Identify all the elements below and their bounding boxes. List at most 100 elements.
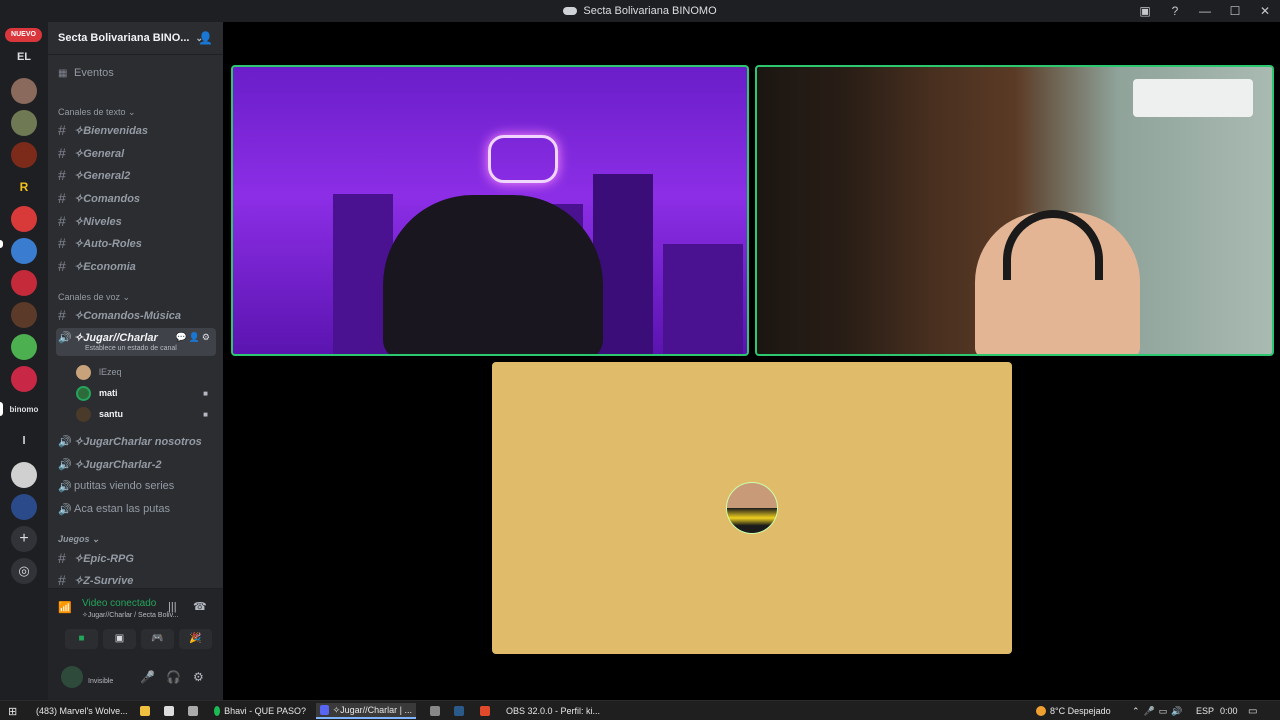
speaker-icon: 🔊 bbox=[58, 480, 72, 493]
user-panel: Invisible 🎤 🎧 ⚙ bbox=[48, 658, 223, 700]
start-button[interactable]: ⊞ bbox=[4, 703, 21, 719]
avatar bbox=[726, 482, 778, 534]
discover-icon[interactable]: ◎ bbox=[11, 558, 37, 584]
weather-widget[interactable]: 8°C Despejado bbox=[1032, 703, 1115, 719]
voice-member[interactable]: mati ■ bbox=[76, 384, 216, 402]
minimize-button[interactable]: — bbox=[1190, 4, 1220, 18]
calendar-icon: ▦ bbox=[58, 67, 68, 79]
microphone-icon[interactable]: 🎤 bbox=[140, 670, 155, 684]
taskbar-app-discord[interactable]: ✧Jugar//Charlar | ... bbox=[316, 703, 416, 719]
clock[interactable]: 0:00 bbox=[1216, 703, 1242, 719]
inbox-icon[interactable]: ▣ bbox=[1130, 4, 1160, 18]
camera-toggle-button[interactable]: ■ bbox=[65, 629, 98, 649]
building bbox=[663, 244, 743, 354]
close-button[interactable]: ✕ bbox=[1250, 4, 1280, 18]
channel-comandos[interactable]: # ✧Comandos bbox=[56, 188, 216, 208]
channel-general[interactable]: # ✧General bbox=[56, 143, 216, 163]
notifications-icon[interactable]: ▭ bbox=[1244, 703, 1261, 719]
maximize-button[interactable]: ☐ bbox=[1220, 4, 1250, 18]
server-icon-1[interactable] bbox=[11, 78, 37, 104]
server-el[interactable]: EL bbox=[6, 51, 42, 63]
server-l[interactable]: l bbox=[6, 435, 42, 447]
language-indicator[interactable]: ESP bbox=[1192, 703, 1218, 719]
neon-robot-sign bbox=[488, 135, 558, 183]
server-icon-13[interactable] bbox=[11, 494, 37, 520]
channel-epic-rpg[interactable]: # ✧Epic-RPG bbox=[56, 548, 216, 568]
hash-icon: # bbox=[58, 167, 66, 183]
taskbar-app-spotify[interactable]: Bhavi - QUE PASO? bbox=[210, 703, 310, 719]
channel-economia[interactable]: # ✧Economia bbox=[56, 256, 216, 276]
server-binomo[interactable]: binomo bbox=[6, 405, 42, 414]
new-badge[interactable]: NUEVO bbox=[5, 28, 42, 42]
system-tray-icons[interactable]: ⌃🎤▭🔊 bbox=[1128, 703, 1190, 719]
disconnect-icon[interactable]: ☎ bbox=[193, 600, 207, 613]
gear-icon[interactable]: ⚙ bbox=[193, 670, 204, 684]
channel-general2[interactable]: # ✧General2 bbox=[56, 165, 216, 185]
app-icon[interactable] bbox=[426, 703, 448, 719]
voice-channel[interactable]: 🔊 putitas viendo series bbox=[56, 476, 216, 496]
category-voice-channels[interactable]: Canales de voz ⌄ bbox=[58, 292, 130, 303]
voice-channel-active[interactable]: 🔊 ✧Jugar//Charlar Establece un estado de… bbox=[56, 328, 216, 356]
taskbar: ⊞ (483) Marvel's Wolve... Bhavi - QUE PA… bbox=[0, 700, 1280, 720]
channel-status-hint[interactable]: Establece un estado de canal bbox=[85, 345, 177, 352]
signal-icon[interactable]: 📶 bbox=[58, 601, 72, 614]
category-games[interactable]: Juegos ⌄ bbox=[58, 534, 100, 545]
channel-niveles[interactable]: # ✧Niveles bbox=[56, 211, 216, 231]
server-icon-3[interactable] bbox=[11, 142, 37, 168]
events-item[interactable]: ▦ Eventos bbox=[56, 63, 216, 83]
guild-name: Secta Bolivariana BINO... bbox=[58, 32, 190, 44]
mail-icon[interactable] bbox=[184, 703, 206, 719]
hash-icon: # bbox=[58, 550, 66, 566]
server-icon-2[interactable] bbox=[11, 110, 37, 136]
channel-bienvenidas[interactable]: # ✧Bienvenidas bbox=[56, 120, 216, 140]
hash-icon: # bbox=[58, 122, 66, 138]
hash-icon: # bbox=[58, 307, 66, 323]
camera-icon: ■ bbox=[203, 388, 208, 398]
channel-comandos-musica[interactable]: # ✧Comandos-Música bbox=[56, 305, 216, 325]
guild-header[interactable]: Secta Bolivariana BINO... ⌄ 👤 bbox=[48, 22, 223, 55]
add-server-icon[interactable]: + bbox=[11, 526, 37, 552]
server-icon-12[interactable] bbox=[11, 462, 37, 488]
active-server-pill bbox=[0, 402, 3, 416]
server-icon-r[interactable]: R bbox=[11, 174, 37, 200]
speaker-icon: 🔊 bbox=[58, 458, 72, 471]
soundboard-button[interactable]: 🎉 bbox=[179, 629, 212, 649]
hash-icon: # bbox=[58, 235, 66, 251]
voice-channel[interactable]: 🔊 Aca estan las putas bbox=[56, 499, 216, 519]
server-icon-6[interactable] bbox=[11, 238, 37, 264]
avatar[interactable] bbox=[61, 666, 83, 688]
taskbar-app-browser[interactable]: (483) Marvel's Wolve... bbox=[28, 703, 130, 719]
video-tile-user-2[interactable] bbox=[755, 65, 1274, 356]
voice-channel-actions[interactable]: 💬👤⚙ bbox=[176, 332, 212, 343]
voice-channel[interactable]: 🔊 ✧JugarCharlar nosotros bbox=[56, 431, 216, 451]
server-icon-10[interactable] bbox=[11, 366, 37, 392]
category-text-channels[interactable]: Canales de texto ⌄ bbox=[58, 107, 136, 118]
video-tile-user-1[interactable] bbox=[231, 65, 749, 356]
server-icon-7[interactable] bbox=[11, 270, 37, 296]
steam-icon[interactable] bbox=[450, 703, 472, 719]
voice-status: Video conectado bbox=[82, 598, 157, 609]
hash-icon: # bbox=[58, 213, 66, 229]
app-icon[interactable] bbox=[160, 703, 182, 719]
speaker-icon: 🔊 bbox=[58, 503, 72, 516]
activities-button[interactable]: 🎮 bbox=[141, 629, 174, 649]
voice-channel[interactable]: 🔊 ✧JugarCharlar-2 bbox=[56, 454, 216, 474]
channel-auto-roles[interactable]: # ✧Auto-Roles bbox=[56, 233, 216, 253]
channel-z-survive[interactable]: # ✧Z-Survive bbox=[56, 570, 216, 590]
help-icon[interactable]: ? bbox=[1160, 4, 1190, 18]
server-icon-8[interactable] bbox=[11, 302, 37, 328]
invite-people-icon[interactable]: 👤 bbox=[198, 31, 213, 45]
server-icon-9[interactable] bbox=[11, 334, 37, 360]
screen-share-button[interactable]: ▣ bbox=[103, 629, 136, 649]
taskbar-app-obs[interactable]: OBS 32.0.0 - Perfil: ki... bbox=[498, 703, 600, 719]
app-logo-icon bbox=[563, 7, 578, 15]
video-tile-user-3[interactable] bbox=[492, 362, 1012, 654]
voice-channel-link[interactable]: ✧Jugar//Charlar / Secta Boliv... bbox=[82, 611, 202, 619]
voice-member[interactable]: lEzeq bbox=[76, 363, 216, 381]
voice-member[interactable]: santu ■ bbox=[76, 405, 216, 423]
brave-icon[interactable] bbox=[476, 703, 498, 719]
server-icon-5[interactable] bbox=[11, 206, 37, 232]
headphones-icon[interactable]: 🎧 bbox=[166, 670, 181, 684]
file-explorer-icon[interactable] bbox=[136, 703, 158, 719]
noise-suppression-icon[interactable]: ||| bbox=[168, 601, 177, 613]
